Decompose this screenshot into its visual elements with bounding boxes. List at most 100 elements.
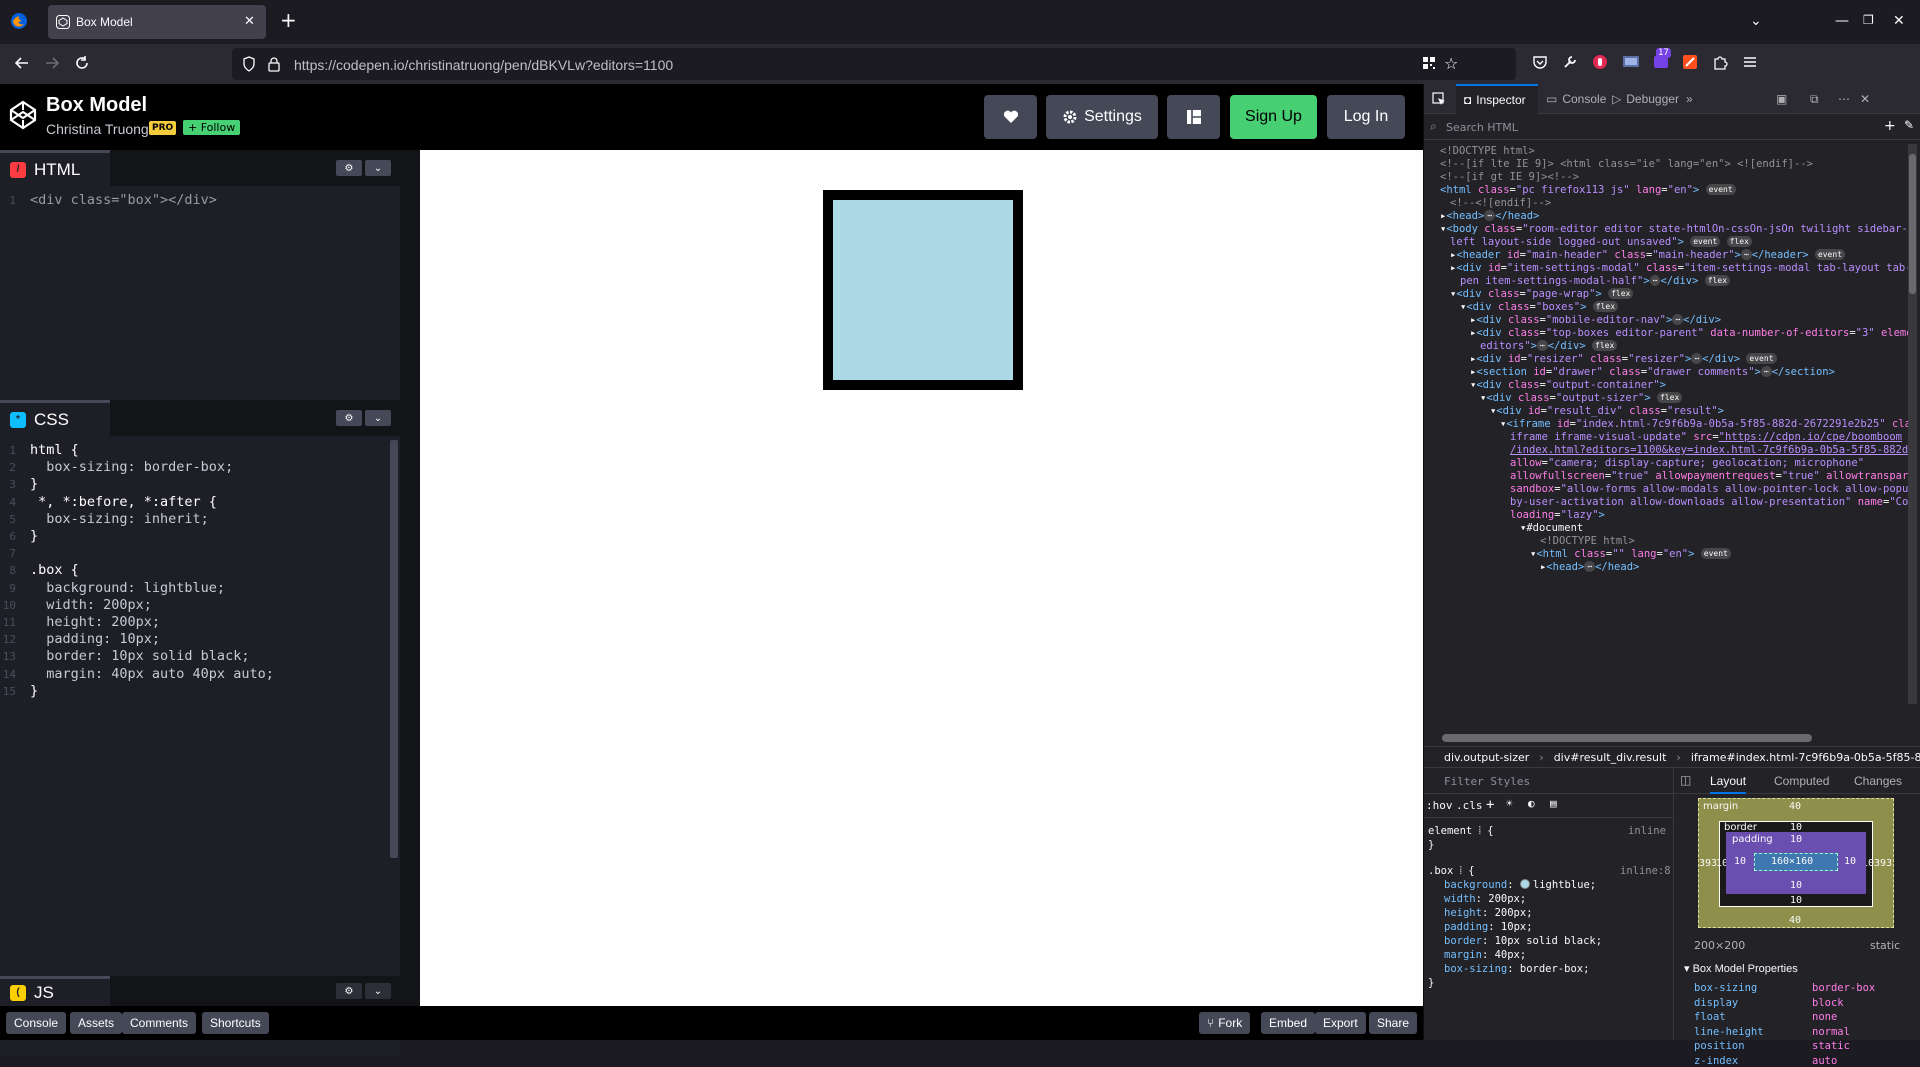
css-declaration[interactable]: padding: 10px; xyxy=(1444,920,1533,934)
tab-console[interactable]: ▭ Console xyxy=(1546,84,1606,114)
box-model-content[interactable]: 160×160 xyxy=(1754,853,1838,871)
assets-button[interactable]: Assets xyxy=(70,1012,123,1034)
wrench-icon[interactable] xyxy=(1562,54,1578,70)
dock-side-icon[interactable]: ⧉ xyxy=(1810,84,1819,114)
css-property[interactable]: border xyxy=(1444,935,1482,947)
settings-button[interactable]: Settings xyxy=(1046,95,1158,139)
css-declaration[interactable]: background: lightblue; xyxy=(1444,878,1596,892)
css-property[interactable]: height xyxy=(1444,907,1482,919)
split-console-icon[interactable]: ▣ xyxy=(1776,84,1787,114)
css-declaration[interactable]: height: 200px; xyxy=(1444,906,1533,920)
padding-right-value[interactable]: 10 xyxy=(1844,856,1856,867)
css-property[interactable]: background xyxy=(1444,879,1507,891)
css-property[interactable]: width xyxy=(1444,893,1476,905)
html-code-editor[interactable]: 1 <div class="box"></div> xyxy=(0,186,400,400)
css-editor-tab[interactable]: * CSS xyxy=(0,400,110,436)
login-button[interactable]: Log In xyxy=(1327,95,1405,139)
lock-icon[interactable] xyxy=(268,56,280,72)
extension-red-icon[interactable] xyxy=(1592,54,1608,70)
border-bottom-value[interactable]: 10 xyxy=(1790,895,1802,906)
extension-screen-icon[interactable] xyxy=(1622,54,1640,70)
color-swatch[interactable] xyxy=(1519,879,1530,889)
padding-left-value[interactable]: 10 xyxy=(1734,856,1746,867)
pen-author[interactable]: Christina Truong xyxy=(46,121,149,137)
box-model-margin[interactable]: margin 40 40 393 393 border 10 10 10 10 … xyxy=(1698,798,1894,928)
css-property[interactable]: padding xyxy=(1444,921,1488,933)
css-property[interactable]: box-sizing xyxy=(1444,963,1507,975)
forward-icon[interactable] xyxy=(42,53,62,73)
breadcrumb-item[interactable]: iframe#index.html-7c9f6b9a-0b5a-5f85-882… xyxy=(1691,751,1920,764)
box-model-border[interactable]: border 10 10 10 10 padding 10 10 10 10 1… xyxy=(1716,821,1874,907)
css-scrollbar[interactable] xyxy=(390,440,398,858)
devtools-menu-icon[interactable]: ⋯ xyxy=(1838,84,1850,114)
export-button[interactable]: Export xyxy=(1315,1012,1366,1034)
markup-view[interactable]: <!DOCTYPE html> <!--[if lte IE 9]> <html… xyxy=(1424,140,1908,728)
css-value[interactable]: 10px solid black xyxy=(1495,935,1596,947)
css-settings-icon[interactable]: ⚙ xyxy=(336,410,362,426)
result-preview[interactable] xyxy=(420,150,1423,1006)
shortcuts-button[interactable]: Shortcuts xyxy=(202,1012,269,1034)
back-icon[interactable] xyxy=(12,53,32,73)
bookmark-star-icon[interactable]: ☆ xyxy=(1444,54,1458,73)
change-view-button[interactable] xyxy=(1167,95,1220,139)
more-tabs-icon[interactable]: » xyxy=(1686,84,1693,114)
content-size-value[interactable]: 160×160 xyxy=(1771,856,1813,867)
margin-right-value[interactable]: 393 xyxy=(1874,858,1892,869)
extensions-puzzle-icon[interactable] xyxy=(1712,54,1728,70)
fork-button[interactable]: ⑂ Fork xyxy=(1199,1012,1251,1034)
html-collapse-chevron-down-icon[interactable]: ⌄ xyxy=(365,160,391,176)
window-close-icon[interactable]: ✕ xyxy=(1893,13,1905,29)
share-button[interactable]: Share xyxy=(1369,1012,1418,1034)
css-declaration[interactable]: box-sizing: border-box; xyxy=(1444,962,1589,976)
box-model-padding[interactable]: padding 10 10 10 10 160×160 xyxy=(1726,832,1866,894)
tab-debugger[interactable]: ▷ Debugger xyxy=(1612,84,1679,114)
extension-badge-icon[interactable]: 17 xyxy=(1652,48,1671,70)
breadcrumb-item[interactable]: div#result_div.result xyxy=(1554,751,1667,764)
eyedropper-icon[interactable]: ✎ xyxy=(1904,118,1914,132)
css-declaration[interactable]: border: 10px solid black; xyxy=(1444,934,1602,948)
follow-button[interactable]: + Follow xyxy=(183,120,241,135)
margin-bottom-value[interactable]: 40 xyxy=(1789,915,1801,926)
browser-tab[interactable]: Box Model ✕ xyxy=(48,5,266,39)
js-editor-tab[interactable]: ( JS xyxy=(0,976,110,1006)
toggle-sidebar-icon[interactable]: ◫ xyxy=(1680,773,1691,787)
reload-icon[interactable] xyxy=(72,53,92,73)
css-code-editor[interactable]: 1 html {2 box-sizing: border-box; 3} 4 *, *… xyxy=(0,436,400,1056)
tab-computed[interactable]: Computed xyxy=(1774,774,1829,788)
markup-line[interactable]: ▸<head> ⋯ </head> xyxy=(1540,560,1639,575)
breadcrumb-item[interactable]: div.output-sizer xyxy=(1444,751,1529,764)
markup-horizontal-scrollbar[interactable] xyxy=(1424,728,1920,746)
signup-button[interactable]: Sign Up xyxy=(1230,95,1317,139)
padding-top-value[interactable]: 10 xyxy=(1790,834,1802,845)
css-property[interactable]: margin xyxy=(1444,949,1482,961)
markup-scroll-thumb[interactable] xyxy=(1909,154,1916,294)
element-rule-source[interactable]: inline xyxy=(1628,824,1666,838)
comments-button[interactable]: Comments xyxy=(122,1012,197,1034)
css-value[interactable]: 200px xyxy=(1488,893,1520,905)
css-value[interactable]: lightblue xyxy=(1533,879,1590,891)
new-tab-icon[interactable]: + xyxy=(280,10,297,30)
qr-code-icon[interactable] xyxy=(1422,56,1436,70)
print-media-icon[interactable]: ▤ xyxy=(1550,797,1557,810)
js-settings-icon[interactable]: ⚙ xyxy=(336,983,362,999)
pocket-icon[interactable] xyxy=(1532,54,1548,70)
add-rule-icon[interactable]: + xyxy=(1486,797,1494,813)
devtools-close-icon[interactable]: ✕ xyxy=(1860,84,1870,114)
html-settings-icon[interactable]: ⚙ xyxy=(336,160,362,176)
tab-inspector[interactable]: ◘ Inspector xyxy=(1456,84,1538,114)
hov-toggle[interactable]: :hov xyxy=(1426,799,1453,812)
filter-styles-input[interactable]: Filter Styles xyxy=(1424,768,1674,794)
css-value[interactable]: border-box xyxy=(1520,963,1583,975)
markup-scrollbar[interactable] xyxy=(1908,144,1917,704)
menu-icon[interactable] xyxy=(1742,54,1758,70)
margin-top-value[interactable]: 40 xyxy=(1789,801,1801,812)
css-value[interactable]: 40px xyxy=(1495,949,1520,961)
tab-close-icon[interactable]: ✕ xyxy=(244,14,255,29)
html-search[interactable]: ⌕ Search HTML + ✎ xyxy=(1424,114,1920,140)
console-button[interactable]: Console xyxy=(6,1012,67,1034)
hscroll-thumb[interactable] xyxy=(1442,734,1812,742)
padding-bottom-value[interactable]: 10 xyxy=(1790,880,1802,891)
css-declaration[interactable]: width: 200px; xyxy=(1444,892,1526,906)
box-rule-source[interactable]: inline:8 xyxy=(1620,864,1671,878)
minimize-icon[interactable]: — xyxy=(1835,13,1849,29)
